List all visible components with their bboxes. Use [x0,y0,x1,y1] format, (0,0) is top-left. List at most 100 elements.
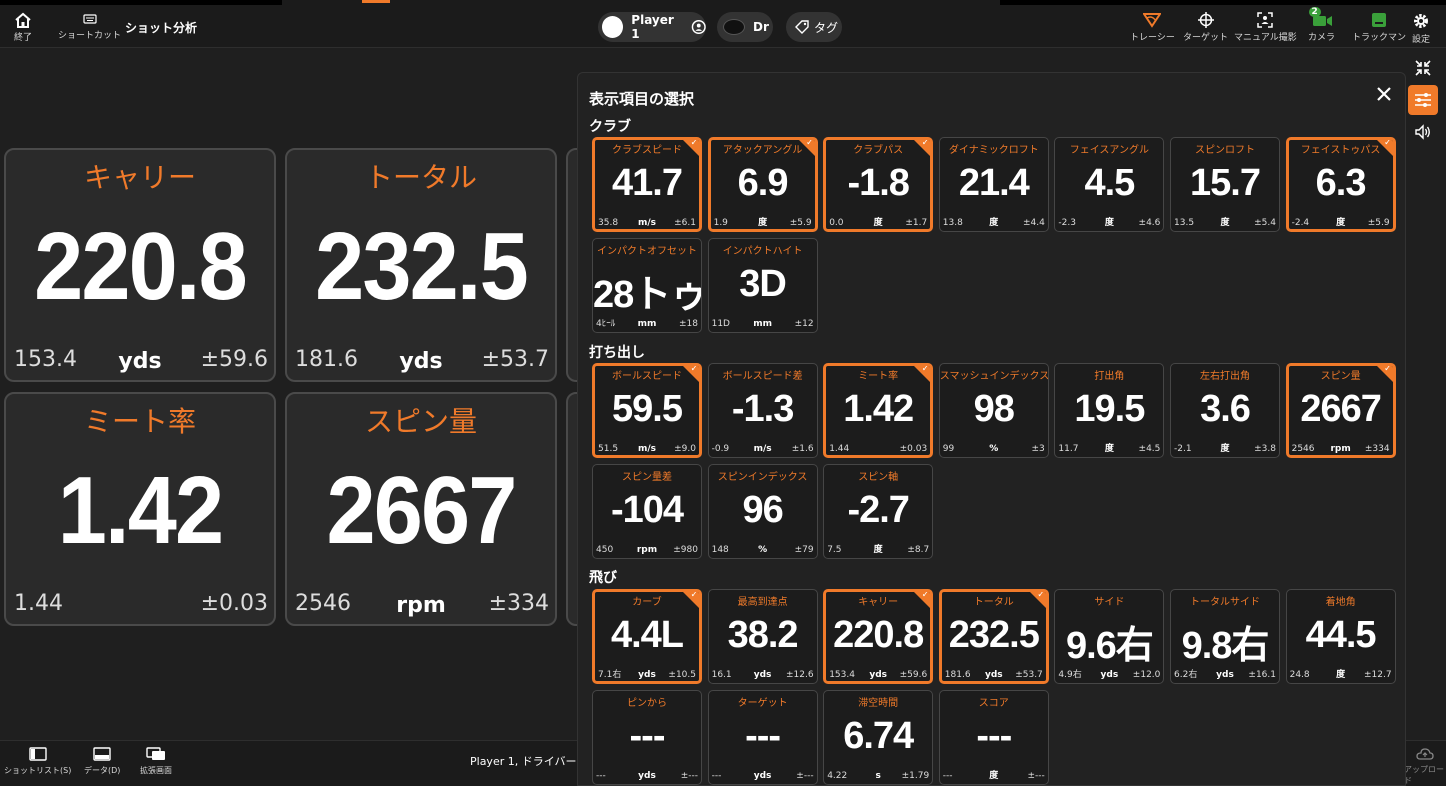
metric-cell[interactable]: スコア --- --- 度 ±--- [938,690,1049,785]
player-avatar [602,16,624,38]
tile-title: スピン量 [364,405,477,438]
metric-value: --- [745,715,781,757]
metric-value: 21.4 [958,162,1030,204]
metric-cell[interactable]: スピン軸 -2.7 7.5 度 ±8.7 [823,464,934,559]
tile-spin-rate[interactable]: スピン量 2667 2546 rpm ±334 [285,392,557,626]
metric-cell[interactable]: トータルサイド 9.8右 6.2右 yds ±16.1 [1170,589,1280,684]
metric-cell[interactable]: ダイナミックロフト 21.4 13.8 度 ±4.4 [938,137,1049,232]
exit-label: 終了 [14,33,33,43]
metric-deviation: ±8.7 [907,545,930,555]
display-item-panel: 表示項目の選択 クラブ 打ち出し 飛び クラブスピード 41.7 35.8 m/s ±6… [577,72,1406,786]
sound-button[interactable] [1408,117,1438,147]
metric-label: インパクトハイト [722,246,803,257]
tag-button[interactable]: タグ [786,12,842,42]
metric-label: ボールスピード差 [722,371,803,382]
metric-cell[interactable]: サイド 9.6右 4.9右 yds ±12.0 [1054,589,1165,684]
metric-cell[interactable]: 着地角 44.5 24.8 度 ±12.7 [1285,589,1396,684]
metric-cell[interactable]: アタックアングル 6.9 1.9 度 ±5.9 ✓ [707,137,818,232]
metric-deviation: ±1.6 [791,444,814,454]
metric-cell[interactable]: スピン量 2667 2546 rpm ±334 ✓ [1285,363,1396,458]
data-button[interactable]: データ(D) [84,747,120,776]
metric-deviation: ±59.6 [899,670,928,680]
metric-cell[interactable]: カーブ 4.4L 7.1右 yds ±10.5 ✓ [592,589,702,684]
check-icon: ✓ [1037,590,1045,600]
metric-cell[interactable]: スピンロフト 15.7 13.5 度 ±5.4 [1170,137,1280,232]
metric-cell[interactable]: フェイストゥパス 6.3 -2.4 度 ±5.9 ✓ [1285,137,1396,232]
data-panel-icon [93,747,111,761]
metric-cell[interactable]: 左右打出角 3.6 -2.1 度 ±3.8 [1170,363,1280,458]
tile-smash-factor[interactable]: ミート率 1.42 1.44 ±0.03 [4,392,276,626]
expand-screen-button[interactable]: 拡張画面 [140,747,172,776]
metric-label: フェイスアングル [1069,145,1150,156]
metric-cell[interactable]: ピンから --- --- yds ±--- [592,690,702,785]
metric-cell[interactable]: ミート率 1.42 1.44 ±0.03 ✓ [823,363,934,458]
section-launch: 打ち出し [589,345,645,361]
tracer-icon [1143,13,1162,28]
metric-cell[interactable]: ボールスピード 59.5 51.5 m/s ±9.0 ✓ [592,363,702,458]
page-title: ショット分析 [125,21,198,35]
metric-cell[interactable]: ターゲット --- --- yds ±--- [707,690,818,785]
trackman-button[interactable]: トラックマン [1352,12,1406,43]
metric-cell[interactable]: トータル 232.5 181.6 yds ±53.7 ✓ [938,589,1049,684]
metric-deviation: ±12.6 [786,670,814,680]
metric-value: 9.8右 [1181,625,1270,667]
metric-cell[interactable]: スピンインデックス 96 148% ±79 [707,464,818,559]
driver-icon [723,19,745,35]
settings-label: 設定 [1412,35,1431,45]
tile-deviation: ±334 [488,591,549,616]
manual-capture-icon [1257,12,1274,28]
tracer-button[interactable]: トレーシー [1130,12,1175,43]
club-name: Dr [753,20,769,34]
club-selector[interactable]: Dr [717,12,773,42]
tile-carry[interactable]: キャリー 220.8 153.4 yds ±59.6 [4,148,276,382]
metric-cell[interactable]: 滞空時間 6.74 4.22 s ±1.79 [823,690,934,785]
exit-button[interactable]: 終了 [14,12,32,43]
expand-screen-label: 拡張画面 [140,766,172,775]
camera-button[interactable]: 2 カメラ [1308,7,1335,43]
metric-cell[interactable]: スマッシュインデックス 98 99% ±3 [938,363,1049,458]
metric-deviation: ±4.6 [1138,218,1161,228]
metric-value: 3.6 [1200,388,1251,430]
manual-capture-button[interactable]: マニュアル撮影 [1234,12,1297,43]
metric-value: -1.3 [731,388,794,430]
metric-cell[interactable]: スピン量差 -104 450 rpm ±980 [592,464,702,559]
metric-cell[interactable]: キャリー 220.8 153.4 yds ±59.6 ✓ [823,589,934,684]
metric-deviation: ±12 [794,319,814,329]
close-button[interactable] [1373,83,1395,105]
metric-value: 6.9 [737,162,789,204]
tile-deviation: ±59.6 [200,347,268,372]
metric-cell[interactable]: インパクトハイト 3D 11D mm ±12 [707,238,818,333]
upload-button[interactable]: アップロード [1404,747,1446,786]
upload-label: アップロード [1404,765,1444,785]
metric-label: 着地角 [1325,597,1356,608]
target-label: ターゲット [1183,33,1229,43]
shortcut-button[interactable]: ショートカット [58,12,121,41]
metric-cell[interactable]: インパクトオフセット 28トゥ 4ﾋｰﾙ mm ±18 [592,238,702,333]
tile-title: キャリー [83,161,196,194]
settings-button[interactable]: 設定 [1412,12,1430,45]
window-strip [1000,0,1446,5]
metric-deviation: ±980 [673,545,698,555]
player-selector[interactable]: Player 1 [598,12,706,42]
tile-total[interactable]: トータル 232.5 181.6 yds ±53.7 [285,148,557,382]
metric-label: ターゲット [737,698,788,709]
crosshair-icon [1197,12,1214,28]
metric-cell[interactable]: クラブスピード 41.7 35.8 m/s ±6.1 ✓ [592,137,702,232]
metric-cell[interactable]: 最高到達点 38.2 16.1 yds ±12.6 [707,589,818,684]
metric-deviation: ±16.1 [1248,670,1276,680]
target-button[interactable]: ターゲット [1183,12,1228,43]
metric-value: 9.6右 [1065,625,1154,667]
metric-value: --- [629,715,666,757]
metric-cell[interactable]: 打出角 19.5 11.7 度 ±4.5 [1054,363,1165,458]
display-settings-button[interactable] [1408,85,1438,115]
metric-deviation: ±6.1 [674,218,696,228]
metric-value: --- [976,715,1012,757]
metric-cell[interactable]: クラブパス -1.8 0.0 度 ±1.7 ✓ [823,137,934,232]
metric-deviation: ±3 [1031,444,1045,454]
collapse-button[interactable] [1408,53,1438,83]
tile-title: ミート率 [83,405,196,438]
metric-cell[interactable]: ボールスピード差 -1.3 -0.9 m/s ±1.6 [707,363,818,458]
metric-cell[interactable]: フェイスアングル 4.5 -2.3 度 ±4.6 [1054,137,1165,232]
shot-list-button[interactable]: ショットリスト(S) [4,747,71,776]
check-icon: ✓ [690,364,698,374]
